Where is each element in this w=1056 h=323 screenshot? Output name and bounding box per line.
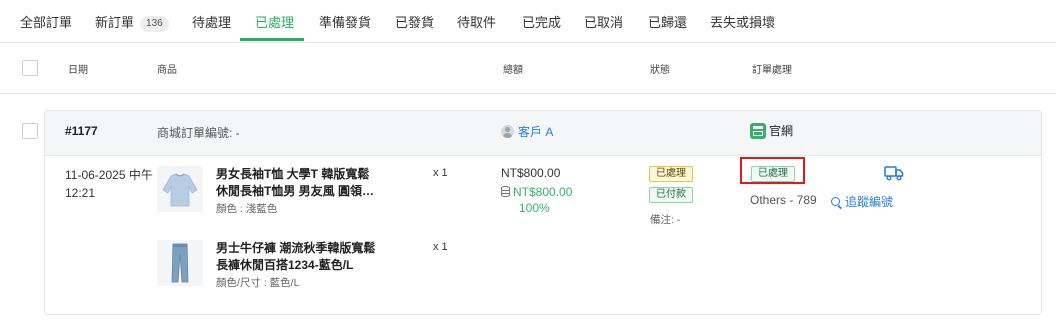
tab-completed[interactable]: 已完成 xyxy=(522,12,561,31)
paid-amount: NT$800.00 xyxy=(501,184,572,200)
product-variant: 顏色 : 淺藍色 xyxy=(216,203,278,215)
tab-returned[interactable]: 已歸還 xyxy=(648,12,687,31)
database-icon xyxy=(501,186,510,197)
search-icon xyxy=(831,197,840,206)
paid-percent: 100% xyxy=(519,201,550,215)
new-orders-count-badge: 136 xyxy=(140,16,169,32)
user-icon xyxy=(501,125,514,138)
shop-icon xyxy=(750,123,766,139)
order-status-tabs: 全部訂單 新訂單 136 待處理 已處理 準備發貨 已發貨 待取件 已完成 已取消… xyxy=(0,0,1056,43)
product-name-line2: 休閒長袖T恤男 男友風 圓領… xyxy=(216,184,374,198)
order-total: NT$800.00 xyxy=(501,166,561,180)
customer-name: 客戶 A xyxy=(518,125,554,139)
tab-all-orders[interactable]: 全部訂單 xyxy=(20,12,72,31)
mall-order-number: 商城訂單編號: - xyxy=(157,126,240,140)
tracking-link-label: 追蹤編號 xyxy=(845,195,894,209)
jeans-image xyxy=(157,240,203,286)
column-header-total: 總額 xyxy=(503,65,523,76)
processing-status-badge[interactable]: 已處理 xyxy=(751,166,795,182)
sales-channel: 官網 xyxy=(750,122,793,139)
truck-icon[interactable] xyxy=(884,165,904,186)
select-all-checkbox[interactable] xyxy=(22,60,38,76)
status-badge-paid: 已付款 xyxy=(649,187,693,203)
status-badge-processed: 已處理 xyxy=(649,166,693,182)
product-variant: 顏色/尺寸 : 藍色/L xyxy=(216,277,300,289)
product-quantity: x 1 xyxy=(433,167,448,179)
customer-link[interactable]: 客戶 A xyxy=(501,123,553,140)
header-divider xyxy=(0,93,1056,94)
channel-name: 官網 xyxy=(769,124,794,138)
order-number[interactable]: #1177 xyxy=(65,124,98,138)
tab-cancelled[interactable]: 已取消 xyxy=(584,12,623,31)
active-tab-indicator xyxy=(240,38,304,41)
product-name[interactable]: 男女長袖T恤 大學T 韓版寬鬆 休閒長袖T恤男 男友風 圓領… xyxy=(216,166,376,200)
paid-amount-value: NT$800.00 xyxy=(513,185,573,199)
column-header-product: 商品 xyxy=(157,65,177,76)
tab-shipped[interactable]: 已發貨 xyxy=(395,12,434,31)
tab-processed[interactable]: 已處理 xyxy=(255,12,294,31)
product-thumbnail-jeans[interactable] xyxy=(157,240,203,286)
product-quantity: x 1 xyxy=(433,241,448,253)
product-thumbnail-sweatshirt[interactable] xyxy=(157,166,203,212)
column-header-status: 狀態 xyxy=(650,65,670,76)
tab-new-orders[interactable]: 新訂單 136 xyxy=(95,12,169,32)
sweatshirt-image xyxy=(157,166,203,212)
tab-awaiting-pickup[interactable]: 待取件 xyxy=(457,12,496,31)
column-header-processing: 訂單處理 xyxy=(752,65,792,76)
order-remark: 備注: - xyxy=(650,214,681,226)
order-date-line1: 11-06-2025 中午 xyxy=(65,168,153,182)
tab-pending[interactable]: 待處理 xyxy=(192,12,231,31)
order-date: 11-06-2025 中午 12:21 xyxy=(65,166,153,202)
order-select-checkbox[interactable] xyxy=(22,123,38,139)
tab-preparing-shipment[interactable]: 準備發貨 xyxy=(319,12,371,31)
column-header-date: 日期 xyxy=(68,65,88,76)
shipping-method: Others - 789 xyxy=(750,193,817,207)
product-name-line1: 男士牛仔褲 潮流秋季韓版寬鬆 xyxy=(216,241,376,255)
tab-lost-or-damaged[interactable]: 丟失或損壞 xyxy=(710,12,775,31)
product-name[interactable]: 男士牛仔褲 潮流秋季韓版寬鬆 長褲休閒百搭1234-藍色/L xyxy=(216,240,376,274)
tab-new-orders-label: 新訂單 xyxy=(95,15,135,30)
order-date-line2: 12:21 xyxy=(65,186,96,200)
tracking-number-link[interactable]: 追蹤編號 xyxy=(831,193,893,210)
product-name-line1: 男女長袖T恤 大學T 韓版寬鬆 xyxy=(216,167,370,181)
product-name-line2: 長褲休閒百搭1234-藍色/L xyxy=(216,258,354,272)
